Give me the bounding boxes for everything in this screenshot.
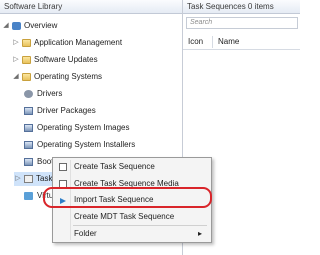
virtual-hard-disks-icon	[24, 192, 33, 200]
highlight-ring	[43, 187, 212, 208]
expand-arrow-icon[interactable]: ◢	[12, 70, 20, 84]
task-sequences-icon	[24, 175, 33, 183]
collapse-arrow-icon[interactable]: ▷	[12, 36, 20, 50]
tree-item-label: Operating System Images	[37, 123, 130, 132]
column-header-icon[interactable]: Icon	[188, 37, 203, 46]
expand-arrow-icon[interactable]: ◢	[2, 19, 10, 33]
os-images-icon	[24, 124, 33, 132]
content-title: Task Sequences 0 items	[183, 0, 300, 14]
tree-item-drivers[interactable]: Drivers	[24, 87, 180, 101]
tree-item-label: Application Management	[34, 38, 123, 47]
menu-separator	[73, 225, 207, 226]
tree-item-label: Operating Systems	[34, 72, 103, 81]
boot-images-icon	[24, 158, 33, 166]
tree-item-operating-systems[interactable]: ◢ Operating Systems	[12, 70, 180, 84]
column-header-name[interactable]: Name	[218, 37, 239, 46]
column-headers: Icon Name	[183, 35, 300, 50]
tree-item-label: Drivers	[37, 89, 63, 98]
tree-item-label: Overview	[24, 21, 58, 30]
tree-item-operating-system-installers[interactable]: Operating System Installers	[24, 138, 180, 152]
tree-item-label: Driver Packages	[37, 106, 96, 115]
create-task-sequence-icon	[59, 163, 67, 171]
search-input[interactable]: Search	[186, 17, 298, 29]
folder-icon	[22, 56, 31, 64]
drivers-icon	[24, 90, 33, 98]
menu-item-create-mdt-task-sequence[interactable]: Create MDT Task Sequence	[53, 210, 211, 224]
tree-item-operating-system-images[interactable]: Operating System Images	[24, 121, 180, 135]
overview-icon	[12, 22, 21, 30]
submenu-arrow-icon: ▸	[198, 229, 203, 238]
menu-item-folder[interactable]: Folder ▸	[53, 227, 211, 241]
tree-item-label: Operating System Installers	[37, 140, 136, 149]
folder-icon	[22, 73, 31, 81]
tree-item-overview[interactable]: ◢ Overview	[2, 19, 180, 33]
pane-title: Software Library	[0, 0, 182, 14]
folder-icon	[22, 39, 31, 47]
menu-item-create-task-sequence[interactable]: Create Task Sequence	[53, 160, 211, 174]
driver-packages-icon	[24, 107, 33, 115]
tree-item-label: Software Updates	[34, 55, 98, 64]
menu-item-label: Folder	[74, 229, 97, 238]
tree-item-software-updates[interactable]: ▷ Software Updates	[12, 53, 180, 67]
menu-item-label: Create MDT Task Sequence	[74, 212, 175, 221]
os-installers-icon	[24, 141, 33, 149]
collapse-arrow-icon[interactable]: ▷	[14, 172, 22, 186]
column-divider[interactable]	[212, 36, 213, 48]
tree-item-application-management[interactable]: ▷ Application Management	[12, 36, 180, 50]
menu-item-label: Create Task Sequence	[74, 162, 155, 171]
collapse-arrow-icon[interactable]: ▷	[12, 53, 20, 67]
tree-item-driver-packages[interactable]: Driver Packages	[24, 104, 180, 118]
